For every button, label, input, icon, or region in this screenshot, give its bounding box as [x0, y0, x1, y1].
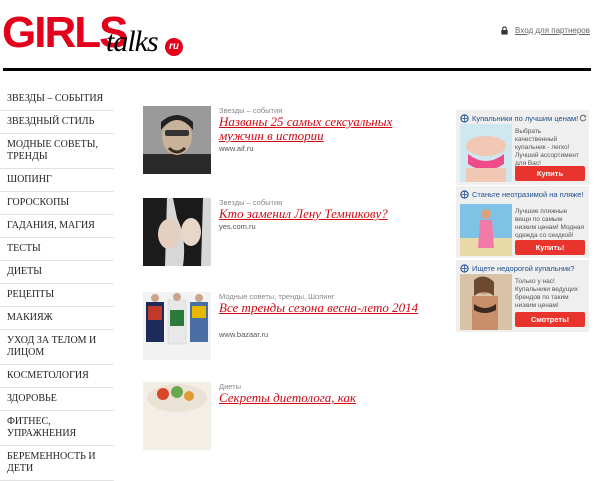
- ad-image[interactable]: [460, 204, 512, 256]
- ad-image[interactable]: [460, 274, 512, 330]
- article-title-link[interactable]: Все тренды сезона весна-лето 2014: [219, 301, 435, 315]
- article-title-link[interactable]: Названы 25 самых сексуальных мужчин в ис…: [219, 115, 435, 143]
- header-divider: [3, 68, 591, 71]
- article-thumbnail[interactable]: [143, 198, 211, 266]
- sidebar-item-fitness[interactable]: ФИТНЕС, УПРАЖНЕНИЯ: [0, 411, 114, 446]
- ad-heading[interactable]: Ищете недорогой купальник?: [456, 260, 589, 273]
- ad-heading-text[interactable]: Купальники по лучшим ценам!: [472, 114, 578, 123]
- sidebar-item-shopping[interactable]: ШОПИНГ: [0, 169, 114, 192]
- ad-globe-icon: [460, 114, 469, 123]
- sidebar-item-star-style[interactable]: ЗВЕЗДНЫЙ СТИЛЬ: [0, 111, 114, 134]
- ad-globe-icon: [460, 264, 469, 273]
- article-thumbnail[interactable]: [143, 382, 211, 450]
- article-source: www.bazaar.ru: [219, 330, 269, 339]
- ad-text: Выбрать качественный купальник - легко! …: [515, 128, 579, 167]
- sidebar-item-diets[interactable]: ДИЕТЫ: [0, 261, 114, 284]
- sidebar-item-fortune-magic[interactable]: ГАДАНИЯ, МАГИЯ: [0, 215, 114, 238]
- article-title-link[interactable]: Кто заменил Лену Темникову?: [219, 207, 435, 221]
- ad-text: Только у нас! Купальники ведущих брендов…: [515, 278, 578, 309]
- ad-block: Ищете недорогой купальник? Только у нас!…: [456, 260, 589, 332]
- article-card: Диеты Секреты диетолога, как: [143, 382, 433, 454]
- ad-block: Станьте неотразимой на пляже! Лучшие пля…: [456, 186, 589, 258]
- logo-sub-text: talks: [106, 25, 159, 58]
- sidebar-item-horoscopes[interactable]: ГОРОСКОПЫ: [0, 192, 114, 215]
- refresh-icon[interactable]: [579, 114, 587, 122]
- ad-heading[interactable]: Купальники по лучшим ценам!: [456, 110, 589, 123]
- sidebar-item-recipes[interactable]: РЕЦЕПТЫ: [0, 284, 114, 307]
- ad-text: Лучшие пляжные вещи по самым низким цена…: [515, 208, 584, 239]
- logo-ru-badge: ru: [165, 38, 183, 56]
- sidebar-item-pregnancy-kids[interactable]: БЕРЕМЕННОСТЬ И ДЕТИ: [0, 446, 114, 481]
- site-logo[interactable]: GIRLS talks ru: [2, 8, 202, 63]
- ad-heading-text[interactable]: Станьте неотразимой на пляже!: [472, 190, 583, 199]
- sidebar-item-health[interactable]: ЗДОРОВЬЕ: [0, 388, 114, 411]
- article-source: www.aif.ru: [219, 144, 254, 153]
- ad-heading-text[interactable]: Ищете недорогой купальник?: [472, 264, 574, 273]
- article-thumbnail[interactable]: [143, 106, 211, 174]
- ad-image[interactable]: [460, 124, 512, 182]
- article-card: Звезды – события Кто заменил Лену Темник…: [143, 198, 433, 270]
- article-card: Модные советы, тренды, Шопинг Все тренды…: [143, 292, 433, 364]
- sidebar-item-fashion-tips[interactable]: МОДНЫЕ СОВЕТЫ, ТРЕНДЫ: [0, 134, 114, 169]
- sidebar-item-tests[interactable]: ТЕСТЫ: [0, 238, 114, 261]
- article-title-link[interactable]: Секреты диетолога, как: [219, 391, 435, 405]
- article-source: yes.com.ru: [219, 222, 256, 231]
- ad-globe-icon: [460, 190, 469, 199]
- sidebar-item-cosmetology[interactable]: КОСМЕТОЛОГИЯ: [0, 365, 114, 388]
- sidebar-item-stars-events[interactable]: ЗВЕЗДЫ – СОБЫТИЯ: [0, 88, 114, 111]
- article-thumbnail[interactable]: [143, 292, 211, 360]
- lock-icon: [501, 26, 508, 35]
- article-card: Звезды – события Названы 25 самых сексуа…: [143, 106, 433, 178]
- partner-login-link[interactable]: Вход для партнеров: [515, 26, 590, 35]
- sidebar-item-makeup[interactable]: МАКИЯЖ: [0, 307, 114, 330]
- ad-view-button[interactable]: Смотреть!: [515, 312, 585, 327]
- partner-login[interactable]: Вход для партнеров: [500, 26, 590, 35]
- ad-buy-button[interactable]: Купить!: [515, 240, 585, 255]
- ad-heading[interactable]: Станьте неотразимой на пляже!: [456, 186, 589, 199]
- ad-block: Купальники по лучшим ценам! Выбрать каче…: [456, 110, 589, 185]
- sidebar-item-body-face-care[interactable]: УХОД ЗА ТЕЛОМ И ЛИЦОМ: [0, 330, 114, 365]
- sidebar-nav: ЗВЕЗДЫ – СОБЫТИЯ ЗВЕЗДНЫЙ СТИЛЬ МОДНЫЕ С…: [0, 88, 114, 481]
- ad-buy-button[interactable]: Купить: [515, 166, 585, 181]
